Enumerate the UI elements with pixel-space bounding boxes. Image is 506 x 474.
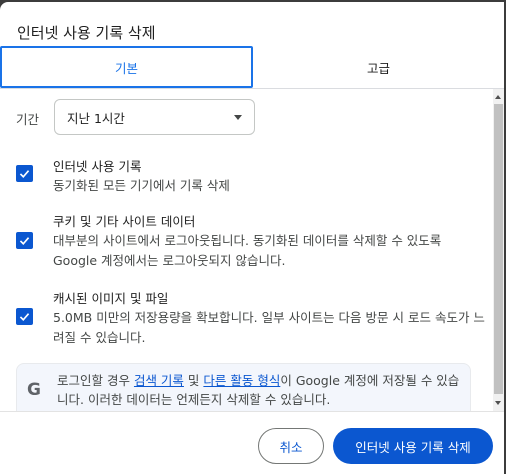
tab-basic[interactable]: 기본	[0, 46, 253, 88]
dialog-content: 기간 지난 1시간 인터넷 사용 기록 동기화된 모든 기기에서 기록 삭제 쿠…	[0, 89, 493, 411]
cookies-checkbox[interactable]	[16, 232, 33, 249]
tab-advanced[interactable]: 고급	[253, 46, 504, 88]
tab-bar: 기본 고급	[0, 46, 504, 88]
google-account-notice: G 로그인할 경우 검색 기록 및 다른 활동 형식이 Google 계정에 저…	[16, 363, 471, 411]
option-title: 인터넷 사용 기록	[53, 159, 142, 174]
checkmark-icon	[19, 170, 30, 178]
dialog-title: 인터넷 사용 기록 삭제	[17, 24, 156, 42]
chevron-down-icon	[234, 115, 242, 120]
option-title: 쿠키 및 기타 사이트 데이터	[53, 214, 196, 229]
notice-text-part: 로그인할 경우	[57, 373, 134, 388]
checkmark-icon	[19, 313, 30, 321]
scroll-down-arrow-icon[interactable]	[495, 401, 501, 405]
cancel-button[interactable]: 취소	[258, 428, 324, 464]
search-history-link[interactable]: 검색 기록	[134, 373, 184, 388]
clear-data-button[interactable]: 인터넷 사용 기록 삭제	[333, 428, 493, 464]
scrollbar-thumb[interactable]	[494, 104, 503, 394]
google-g-icon: G	[27, 380, 41, 400]
option-title: 캐시된 이미지 및 파일	[53, 291, 169, 306]
notice-text-part: 및	[183, 373, 204, 388]
cache-checkbox[interactable]	[16, 308, 33, 325]
time-range-select[interactable]: 지난 1시간	[54, 99, 255, 135]
clear-browsing-data-dialog: 인터넷 사용 기록 삭제 기본 고급 기간 지난 1시간 인터넷 사용 기록 동…	[0, 2, 504, 474]
footer-divider	[0, 411, 504, 412]
notice-text: 로그인할 경우 검색 기록 및 다른 활동 형식이 Google 계정에 저장될…	[57, 371, 469, 409]
option-description: 동기화된 모든 기기에서 기록 삭제	[53, 178, 230, 193]
time-range-label: 기간	[16, 112, 40, 127]
scroll-up-arrow-icon[interactable]	[495, 95, 501, 99]
checkmark-icon	[19, 237, 30, 245]
other-activity-link[interactable]: 다른 활동 형식	[203, 373, 280, 388]
option-description: 5.0MB 미만의 저장용량을 확보합니다. 일부 사이트는 다음 방문 시 로…	[53, 310, 485, 345]
content-scrollbar[interactable]	[493, 89, 504, 411]
time-range-value: 지난 1시간	[67, 110, 125, 126]
browsing-history-checkbox[interactable]	[16, 165, 33, 182]
option-description: 대부분의 사이트에서 로그아웃됩니다. 동기화된 데이터를 삭제할 수 있도록 …	[53, 233, 442, 268]
